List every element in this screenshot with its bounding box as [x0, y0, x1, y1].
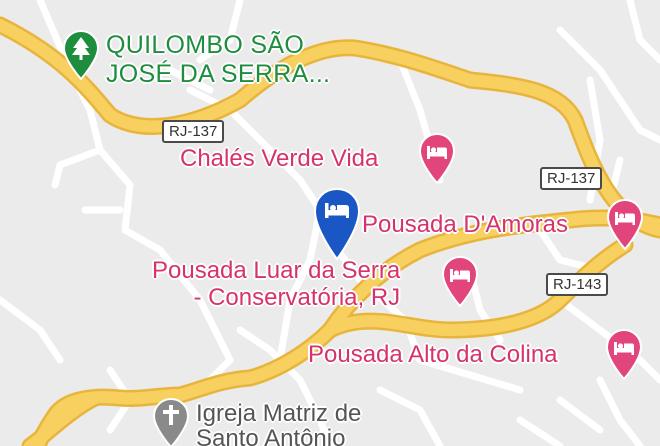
place-label-line: JOSÉ DA SERRA...: [106, 60, 331, 88]
place-label-line: Santo Antônio: [196, 425, 346, 446]
place-label-line: - Conservatória, RJ: [193, 284, 401, 311]
selected-location-pin[interactable]: [312, 186, 362, 265]
place-label-pousada-luar-da-serra[interactable]: Pousada Luar da Serra - Conservatória, R…: [152, 257, 400, 311]
road-shield-rj137: RJ-137: [162, 120, 225, 143]
cross-icon[interactable]: [152, 397, 190, 446]
place-label-line: QUILOMBO SÃO: [106, 31, 305, 59]
place-label-pousada-alto-da-colina[interactable]: Pousada Alto da Colina: [308, 341, 558, 368]
place-label-chales-verde-vida[interactable]: Chalés Verde Vida: [180, 145, 378, 172]
place-label-pousada-damoras[interactable]: Pousada D'Amoras: [362, 211, 568, 238]
map-canvas[interactable]: RJ-137 RJ-137 RJ-143 QUILOMBO SÃO JOSÉ D…: [0, 0, 660, 446]
road-shield-rj137: RJ-137: [540, 167, 603, 190]
place-label-line: Igreja Matriz de: [196, 400, 362, 427]
bed-icon[interactable]: [441, 255, 479, 312]
place-label-igreja-matriz[interactable]: Igreja Matriz de Santo Antônio: [196, 401, 361, 446]
tree-icon[interactable]: [62, 29, 100, 85]
place-label-quilombo[interactable]: QUILOMBO SÃO JOSÉ DA SERRA...: [106, 31, 330, 89]
bed-icon[interactable]: [418, 132, 456, 189]
place-label-line: Pousada Luar da Serra: [152, 257, 401, 284]
road-shield-rj143: RJ-143: [546, 273, 609, 296]
bed-icon[interactable]: [606, 198, 644, 255]
bed-icon[interactable]: [605, 328, 643, 385]
